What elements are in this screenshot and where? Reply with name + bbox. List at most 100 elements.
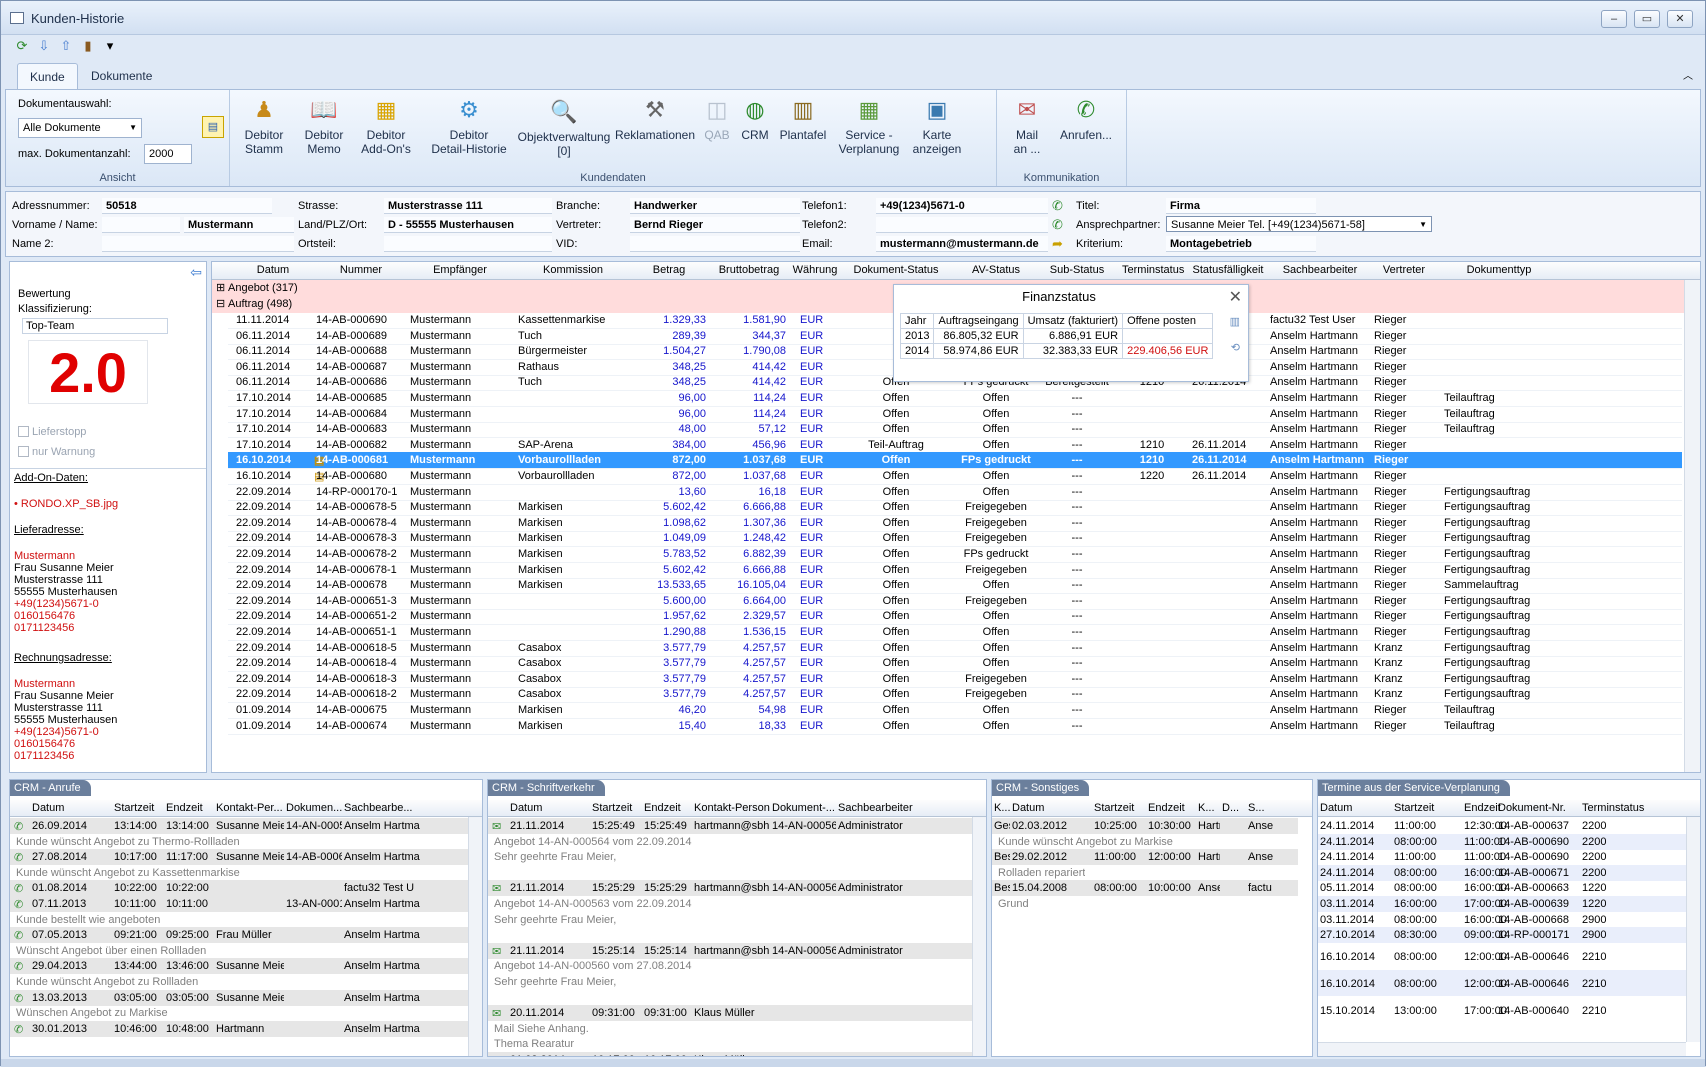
table-row[interactable]: 22.09.2014 14-AB-000678-1 Mustermann Markis… [228, 562, 1682, 579]
crm-schriftverkehr-tab[interactable]: CRM - Schriftverkehr [488, 780, 605, 796]
col-header[interactable]: Sachbearbeiter [1270, 264, 1370, 276]
table-row[interactable]: 05.11.2014 08:00:00 16:00:00 14-AB-000663 12… [1318, 880, 1686, 896]
land-field[interactable]: D - 55555 Musterhausen [384, 217, 552, 233]
col-header[interactable]: Datum [236, 264, 310, 276]
col-header[interactable]: AV-Status [956, 264, 1036, 276]
crm-schriftverkehr-scrollbar[interactable] [972, 817, 986, 1056]
table-row[interactable]: 22.09.2014 14-AB-000678-3 Mustermann Markis… [228, 530, 1682, 548]
col-header[interactable]: Endzeit [644, 802, 681, 814]
arrow-down-icon[interactable]: ⇩ [35, 37, 53, 55]
maximize-button[interactable]: ▭ [1634, 10, 1660, 28]
table-row[interactable]: 22.09.2014 14-AB-000678 Mustermann Markisen… [228, 577, 1682, 595]
refresh-icon[interactable]: ⟲ [1231, 341, 1240, 354]
table-row[interactable]: 22.09.2014 14-AB-000618-5 Mustermann Casabo… [228, 640, 1682, 657]
table-row[interactable]: 22.09.2014 14-AB-000651-2 Mustermann 1.957,… [228, 608, 1682, 626]
list-item[interactable]: ✉ 20.11.2014 09:31:00 09:31:00 Klaus Müller [488, 1005, 972, 1022]
col-header[interactable]: Kontakt-Person [694, 802, 770, 814]
table-row[interactable]: 16.10.2014 08:00:00 12:00:00 14-AB-000646 22… [1318, 943, 1686, 969]
col-header[interactable]: Währung [790, 264, 840, 276]
close-icon[interactable]: ✕ [1229, 287, 1242, 307]
table-row[interactable]: 24.11.2014 08:00:00 11:00:00 14-AB-000690 22… [1318, 833, 1686, 850]
objektverwaltung-button[interactable]: 🔍 Objektverwaltung [0] [516, 98, 612, 158]
table-row[interactable]: 22.09.2014 14-AB-000678-2 Mustermann Markis… [228, 546, 1682, 563]
table-row[interactable]: 03.11.2014 08:00:00 16:00:00 14-AB-000668 29… [1318, 912, 1686, 928]
list-item[interactable]: ✉ 01.08.2014 10:17:00 10:17:00 Klaus Müller [488, 1052, 972, 1056]
nur-warnung-checkbox[interactable]: nur Warnung [18, 446, 95, 458]
col-header[interactable]: Datum [1012, 802, 1044, 814]
list-item[interactable]: Besi29.02.2012 11:00:00 12:00:00 Hartr Anse [992, 849, 1298, 866]
exit-door-icon[interactable]: ▮ [79, 37, 97, 55]
list-item[interactable]: ✉ 21.11.2014 15:25:14 15:25:14 hartmann@sbh.… [488, 942, 972, 959]
name2-field[interactable] [102, 236, 294, 252]
doc-select-dropdown[interactable]: Alle Dokumente ▼ [18, 118, 142, 138]
arrow-up-icon[interactable]: ⇧ [57, 37, 75, 55]
col-header[interactable]: Endzeit [1148, 802, 1185, 814]
kriterium-field[interactable]: Montagebetrieb [1166, 236, 1316, 252]
table-row[interactable]: 22.09.2014 14-AB-000618-2 Mustermann Casabo… [228, 686, 1682, 704]
refresh-icon[interactable]: ⟳ [13, 37, 31, 55]
col-header[interactable]: Startzeit [1394, 802, 1434, 814]
col-header[interactable]: Startzeit [114, 802, 154, 814]
table-row[interactable]: 22.09.2014 14-AB-000618-3 Mustermann Casabo… [228, 671, 1682, 688]
klassifizierung-field[interactable]: Top-Team [22, 318, 168, 334]
tab-kunde[interactable]: Kunde [17, 63, 78, 89]
telefon1-field[interactable]: +49(1234)5671-0 [876, 198, 1048, 214]
list-item[interactable]: ✆ 27.08.2014 10:17:00 11:17:00 Susanne Meier… [10, 849, 468, 866]
list-item[interactable]: ✉ 21.11.2014 15:25:29 15:25:29 hartmann@sbh.… [488, 880, 972, 897]
col-header[interactable]: D... [1222, 802, 1239, 814]
list-item[interactable]: ✆ 07.11.2013 10:11:00 10:11:00 13-AN-00015An… [10, 896, 468, 912]
list-item[interactable]: ✆ 29.04.2013 13:44:00 13:46:00 Susanne Meier… [10, 958, 468, 975]
tab-dokumente[interactable]: Dokumente [79, 63, 164, 89]
close-button[interactable]: ✕ [1667, 10, 1693, 28]
branche-field[interactable]: Handwerker [630, 198, 800, 214]
table-row[interactable]: 24.11.2014 08:00:00 16:00:00 14-AB-000671 22… [1318, 864, 1686, 881]
table-row[interactable]: 17.10.2014 14-AB-000683 Mustermann 48,00 57,… [228, 421, 1682, 439]
reklamationen-button[interactable]: ⚒ Reklamationen [612, 96, 698, 142]
table-row[interactable]: 17.10.2014 14-AB-000682 Mustermann SAP-Aren… [228, 437, 1682, 454]
col-header[interactable]: Kommission [518, 264, 628, 276]
customize-qat-icon[interactable]: ▾ [101, 37, 119, 55]
send-email-icon[interactable]: ➦ [1052, 236, 1068, 252]
col-header[interactable]: K... [1198, 802, 1215, 814]
table-row[interactable]: ▤ 16.10.2014 14-AB-000680 Mustermann Vorbaur… [228, 468, 1682, 485]
col-header[interactable]: Datum [1320, 802, 1352, 814]
col-header[interactable]: S... [1248, 802, 1265, 814]
email-field[interactable]: mustermann@mustermann.de [876, 236, 1048, 252]
col-header[interactable]: Terminstatus [1582, 802, 1644, 814]
table-row[interactable]: 15.10.2014 13:00:00 17:00:00 14-AB-000640 22… [1318, 997, 1686, 1023]
table-row[interactable]: 01.09.2014 14-AB-000674 Mustermann Markisen… [228, 718, 1682, 735]
col-header[interactable]: Vertreter [1374, 264, 1434, 276]
name-field[interactable]: Mustermann [184, 217, 294, 233]
mail-button[interactable]: ✉ Mail an ... [1005, 96, 1049, 156]
table-row[interactable]: 17.10.2014 14-AB-000684 Mustermann 96,00 114… [228, 406, 1682, 423]
telefon2-field[interactable] [876, 217, 1048, 233]
table-row[interactable]: 22.09.2014 14-AB-000678-5 Mustermann Markis… [228, 499, 1682, 517]
service-verplanung-button[interactable]: ▦ Service - Verplanung [834, 96, 904, 156]
table-row[interactable]: ▤ 16.10.2014 14-AB-000681 Mustermann Vorbaur… [228, 452, 1682, 470]
termine-tab[interactable]: Termine aus der Service-Verplanung [1318, 780, 1510, 796]
table-row[interactable]: 22.09.2014 14-AB-000678-4 Mustermann Markis… [228, 515, 1682, 532]
col-header[interactable]: Dokument-Nr. [1498, 802, 1566, 814]
vertreter-field[interactable]: Bernd Rieger [630, 217, 800, 233]
anrufen-button[interactable]: ✆ Anrufen... [1055, 96, 1117, 142]
col-header[interactable]: Sachbearbeiter [838, 802, 913, 814]
termine-scrollbar[interactable] [1686, 817, 1700, 1042]
termine-hscrollbar[interactable] [1318, 1042, 1686, 1056]
col-header[interactable]: Nummer [316, 264, 406, 276]
col-header[interactable]: Startzeit [1094, 802, 1134, 814]
debitor-detail-historie-button[interactable]: ⚙ Debitor Detail-Historie [426, 96, 512, 156]
list-item[interactable]: Ges02.03.2012 10:25:00 10:30:00 Hartr Anse [992, 818, 1298, 834]
adressnummer-field[interactable]: 50518 [102, 198, 272, 214]
col-header[interactable]: Sub-Status [1042, 264, 1112, 276]
col-header[interactable]: Betrag [632, 264, 706, 276]
call-telefon1-icon[interactable]: ✆ [1052, 198, 1068, 214]
call-telefon2-icon[interactable]: ✆ [1052, 217, 1068, 233]
titel-field[interactable]: Firma [1166, 198, 1316, 214]
table-row[interactable]: 03.11.2014 16:00:00 17:00:00 14-AB-000639 12… [1318, 896, 1686, 912]
strasse-field[interactable]: Musterstrasse 111 [384, 198, 552, 214]
collapse-panel-icon[interactable]: ⇦ [190, 264, 202, 281]
table-row[interactable]: 22.09.2014 14-AB-000651-1 Mustermann 1.290,… [228, 624, 1682, 641]
list-item[interactable]: ✆ 26.09.2014 13:14:00 13:14:00 Susanne Meier… [10, 818, 468, 834]
col-header[interactable]: Sachbearbe... [344, 802, 413, 814]
debitor-addons-button[interactable]: ▦ Debitor Add-On's [356, 96, 416, 156]
